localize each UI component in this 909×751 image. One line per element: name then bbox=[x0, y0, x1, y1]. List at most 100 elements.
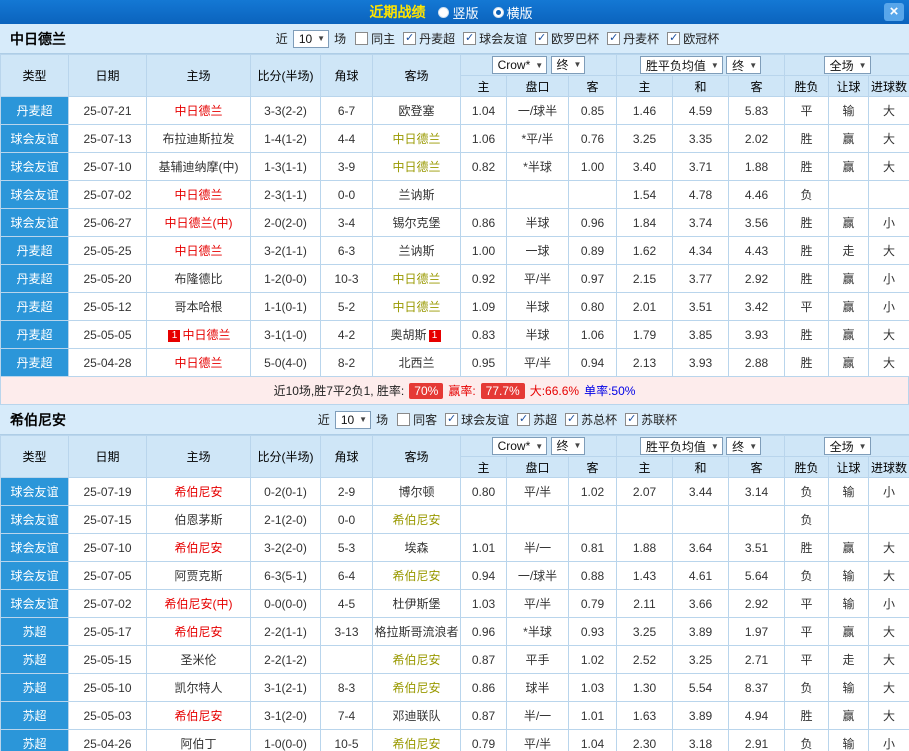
date-cell: 25-07-19 bbox=[69, 478, 147, 506]
home-team-name: 基辅迪纳摩(中) bbox=[159, 160, 239, 174]
odds-away-cell: 0.93 bbox=[569, 618, 617, 646]
mean-home-cell: 1.88 bbox=[617, 534, 673, 562]
corner-cell: 6-3 bbox=[321, 237, 373, 265]
filter-checkbox[interactable]: ✓欧冠杯 bbox=[667, 30, 719, 47]
corner-cell: 6-7 bbox=[321, 97, 373, 125]
col-result: 胜负 bbox=[785, 76, 829, 97]
filter-checkbox[interactable]: ✓球会友谊 bbox=[445, 411, 509, 428]
odds-company-select[interactable]: Crow*▼ bbox=[492, 56, 548, 74]
mean-home-cell: 1.79 bbox=[617, 321, 673, 349]
filter-label: 同客 bbox=[413, 411, 437, 428]
league-cell: 丹麦超 bbox=[1, 237, 69, 265]
date-cell: 25-07-02 bbox=[69, 590, 147, 618]
away-team-name: 中日德兰 bbox=[392, 132, 440, 146]
date-cell: 25-07-05 bbox=[69, 562, 147, 590]
odds-home-cell: 1.03 bbox=[461, 590, 507, 618]
filter-checkbox[interactable]: 同客 bbox=[397, 411, 437, 428]
score-cell: 1-1(0-1) bbox=[251, 293, 321, 321]
scope-select[interactable]: 全场▼ bbox=[824, 437, 871, 455]
odds-line-cell: 半球 bbox=[507, 293, 569, 321]
mean-away-cell: 1.97 bbox=[729, 618, 785, 646]
filter-label: 球会友谊 bbox=[461, 411, 509, 428]
goals-result-cell: 小 bbox=[869, 730, 909, 751]
odds-company-select[interactable]: Crow*▼ bbox=[492, 437, 548, 455]
away-team-name: 希伯尼安 bbox=[392, 569, 440, 583]
date-cell: 25-05-15 bbox=[69, 646, 147, 674]
filter-checkbox[interactable]: ✓欧罗巴杯 bbox=[535, 30, 599, 47]
handicap-result-cell: 赢 bbox=[829, 153, 869, 181]
mean-home-cell: 2.15 bbox=[617, 265, 673, 293]
filter-checkbox[interactable]: ✓丹麦杯 bbox=[607, 30, 659, 47]
date-cell: 25-05-12 bbox=[69, 293, 147, 321]
home-team-name: 中日德兰 bbox=[174, 244, 222, 258]
competition-filters: 同主 ✓丹麦超 ✓球会友谊 ✓欧罗巴杯 ✓丹麦杯 ✓欧冠杯 bbox=[355, 30, 719, 47]
match-count-select[interactable]: 10▼ bbox=[293, 30, 329, 48]
odds-away-cell: 1.01 bbox=[569, 702, 617, 730]
filter-checkbox[interactable]: ✓苏联杯 bbox=[625, 411, 677, 428]
odds-time-select[interactable]: 终▼ bbox=[551, 437, 586, 455]
filter-checkbox[interactable]: 同主 bbox=[355, 30, 395, 47]
col-goals: 进球数 bbox=[869, 457, 909, 478]
layout-radio-vertical[interactable]: 竖版 bbox=[438, 3, 478, 22]
goals-result-cell: 大 bbox=[869, 534, 909, 562]
home-team-name: 希伯尼安 bbox=[174, 625, 222, 639]
dialog-title: 近期战绩 bbox=[369, 2, 425, 22]
home-team-name: 布拉迪斯拉发 bbox=[162, 132, 234, 146]
handicap-result-cell: 赢 bbox=[829, 618, 869, 646]
filter-checkbox[interactable]: ✓苏总杯 bbox=[565, 411, 617, 428]
mean-draw-cell: 3.51 bbox=[673, 293, 729, 321]
mean-away-cell: 4.43 bbox=[729, 237, 785, 265]
home-team-cell: 凯尔特人 bbox=[147, 674, 251, 702]
mean-away-cell bbox=[729, 506, 785, 534]
filter-checkbox[interactable]: ✓苏超 bbox=[517, 411, 557, 428]
handicap-result-cell: 输 bbox=[829, 590, 869, 618]
odds-away-cell: 1.02 bbox=[569, 478, 617, 506]
mean-draw-cell: 3.85 bbox=[673, 321, 729, 349]
home-team-name: 中日德兰 bbox=[174, 188, 222, 202]
league-cell: 苏超 bbox=[1, 702, 69, 730]
mean-time-select[interactable]: 终▼ bbox=[726, 56, 761, 74]
away-team-cell: 希伯尼安 bbox=[373, 506, 461, 534]
mean-type-select[interactable]: 胜平负均值▼ bbox=[640, 437, 723, 455]
goals-result-cell: 大 bbox=[869, 125, 909, 153]
odds-line-cell: *半球 bbox=[507, 618, 569, 646]
mean-away-cell: 4.46 bbox=[729, 181, 785, 209]
league-cell: 苏超 bbox=[1, 618, 69, 646]
mean-away-cell: 3.42 bbox=[729, 293, 785, 321]
away-team-cell: 欧登塞 bbox=[373, 97, 461, 125]
away-team-name: 锡尔克堡 bbox=[392, 216, 440, 230]
rank-badge: 1 bbox=[429, 330, 441, 342]
result-cell: 负 bbox=[785, 181, 829, 209]
match-row: 苏超25-05-10凯尔特人3-1(2-1)8-3希伯尼安0.86球半1.031… bbox=[1, 674, 909, 702]
odds-away-cell: 0.96 bbox=[569, 209, 617, 237]
filter-checkbox[interactable]: ✓丹麦超 bbox=[403, 30, 455, 47]
home-team-cell: 希伯尼安 bbox=[147, 534, 251, 562]
corner-cell: 10-5 bbox=[321, 730, 373, 751]
odds-home-cell: 0.92 bbox=[461, 265, 507, 293]
mean-time-select[interactable]: 终▼ bbox=[726, 437, 761, 455]
match-row: 丹麦超25-05-20布隆德比1-2(0-0)10-3中日德兰0.92平/半0.… bbox=[1, 265, 909, 293]
odds-time-select[interactable]: 终▼ bbox=[551, 56, 586, 74]
match-row: 丹麦超25-07-21中日德兰3-3(2-2)6-7欧登塞1.04一/球半0.8… bbox=[1, 97, 909, 125]
score-cell: 2-1(2-0) bbox=[251, 506, 321, 534]
radio-icon bbox=[493, 7, 504, 18]
mean-type-select[interactable]: 胜平负均值▼ bbox=[640, 56, 723, 74]
checkbox-icon: ✓ bbox=[463, 32, 476, 45]
checkbox-icon: ✓ bbox=[445, 413, 458, 426]
goals-result-cell: 小 bbox=[869, 478, 909, 506]
away-team-cell: 奥胡斯1 bbox=[373, 321, 461, 349]
match-row: 苏超25-04-26阿伯丁1-0(0-0)10-5希伯尼安0.79平/半1.04… bbox=[1, 730, 909, 751]
mean-draw-cell: 4.61 bbox=[673, 562, 729, 590]
league-cell: 丹麦超 bbox=[1, 321, 69, 349]
filter-controls: 近 10▼ 场 同客✓球会友谊✓苏超✓苏总杯✓苏联杯 bbox=[318, 411, 677, 429]
checkbox-icon: ✓ bbox=[625, 413, 638, 426]
close-button[interactable]: × bbox=[884, 3, 904, 21]
scope-select[interactable]: 全场▼ bbox=[824, 56, 871, 74]
match-count-select[interactable]: 10▼ bbox=[335, 411, 371, 429]
odds-home-cell: 0.79 bbox=[461, 730, 507, 751]
goals-result-cell: 小 bbox=[869, 293, 909, 321]
layout-radio-horizontal[interactable]: 横版 bbox=[493, 3, 533, 22]
corner-cell: 3-13 bbox=[321, 618, 373, 646]
filter-checkbox[interactable]: ✓球会友谊 bbox=[463, 30, 527, 47]
mean-away-cell: 2.02 bbox=[729, 125, 785, 153]
